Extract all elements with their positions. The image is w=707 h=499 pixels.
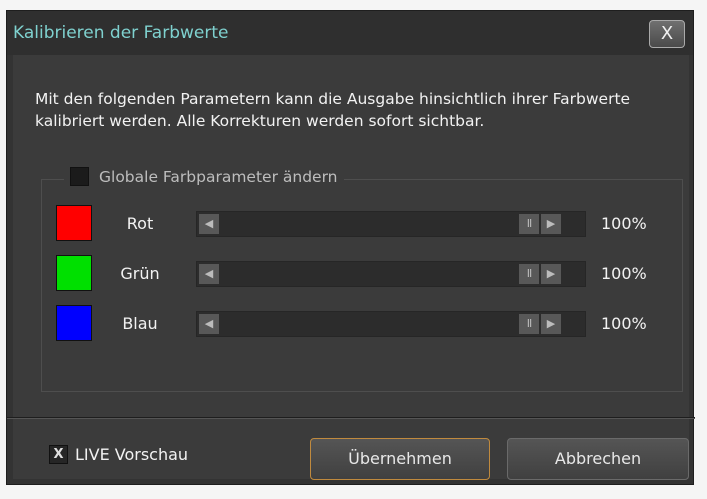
- green-slider[interactable]: ◀ II ▶: [196, 261, 586, 287]
- blue-swatch: [56, 305, 92, 341]
- group-legend: Globale Farbparameter ändern: [64, 167, 344, 186]
- footer-divider: [7, 417, 695, 419]
- dialog-content: Mit den folgenden Parametern kann die Au…: [7, 55, 695, 480]
- live-preview-label: LIVE Vorschau: [75, 445, 189, 464]
- slider-thumb[interactable]: II: [519, 264, 539, 284]
- dialog-title: Kalibrieren der Farbwerte: [13, 23, 229, 43]
- global-params-label: Globale Farbparameter ändern: [99, 167, 338, 186]
- channel-value-blue: 100%: [601, 314, 647, 333]
- channel-label-green: Grün: [120, 264, 160, 283]
- description-text: Mit den folgenden Parametern kann die Au…: [35, 90, 631, 130]
- close-button[interactable]: X: [649, 20, 685, 48]
- color-parameters-group: Globale Farbparameter ändern Rot ◀ II ▶ …: [41, 167, 683, 392]
- title-bar: Kalibrieren der Farbwerte X: [7, 11, 693, 55]
- slider-left-arrow-icon[interactable]: ◀: [199, 314, 219, 334]
- channel-row-green: Grün ◀ II ▶ 100%: [56, 255, 676, 293]
- cancel-button[interactable]: Abbrechen: [507, 438, 689, 480]
- channel-value-green: 100%: [601, 264, 647, 283]
- blue-slider[interactable]: ◀ II ▶: [196, 311, 586, 337]
- red-slider[interactable]: ◀ II ▶: [196, 211, 586, 237]
- slider-left-arrow-icon[interactable]: ◀: [199, 264, 219, 284]
- live-preview-option[interactable]: X LIVE Vorschau: [49, 445, 188, 464]
- slider-right-arrow-icon[interactable]: ▶: [541, 314, 561, 334]
- channel-label-red: Rot: [126, 214, 154, 233]
- green-swatch: [56, 255, 92, 291]
- slider-thumb[interactable]: II: [519, 314, 539, 334]
- channel-row-red: Rot ◀ II ▶ 100%: [56, 205, 676, 243]
- slider-thumb[interactable]: II: [519, 214, 539, 234]
- red-swatch: [56, 205, 92, 241]
- slider-left-arrow-icon[interactable]: ◀: [199, 214, 219, 234]
- apply-button[interactable]: Übernehmen: [310, 438, 490, 480]
- calibration-dialog: Kalibrieren der Farbwerte X Mit den folg…: [6, 10, 695, 485]
- live-preview-checkbox[interactable]: X: [49, 445, 68, 464]
- global-params-checkbox[interactable]: [70, 167, 89, 186]
- channel-value-red: 100%: [601, 214, 647, 233]
- channel-label-blue: Blau: [122, 314, 158, 333]
- slider-right-arrow-icon[interactable]: ▶: [541, 214, 561, 234]
- slider-right-arrow-icon[interactable]: ▶: [541, 264, 561, 284]
- channel-row-blue: Blau ◀ II ▶ 100%: [56, 305, 676, 343]
